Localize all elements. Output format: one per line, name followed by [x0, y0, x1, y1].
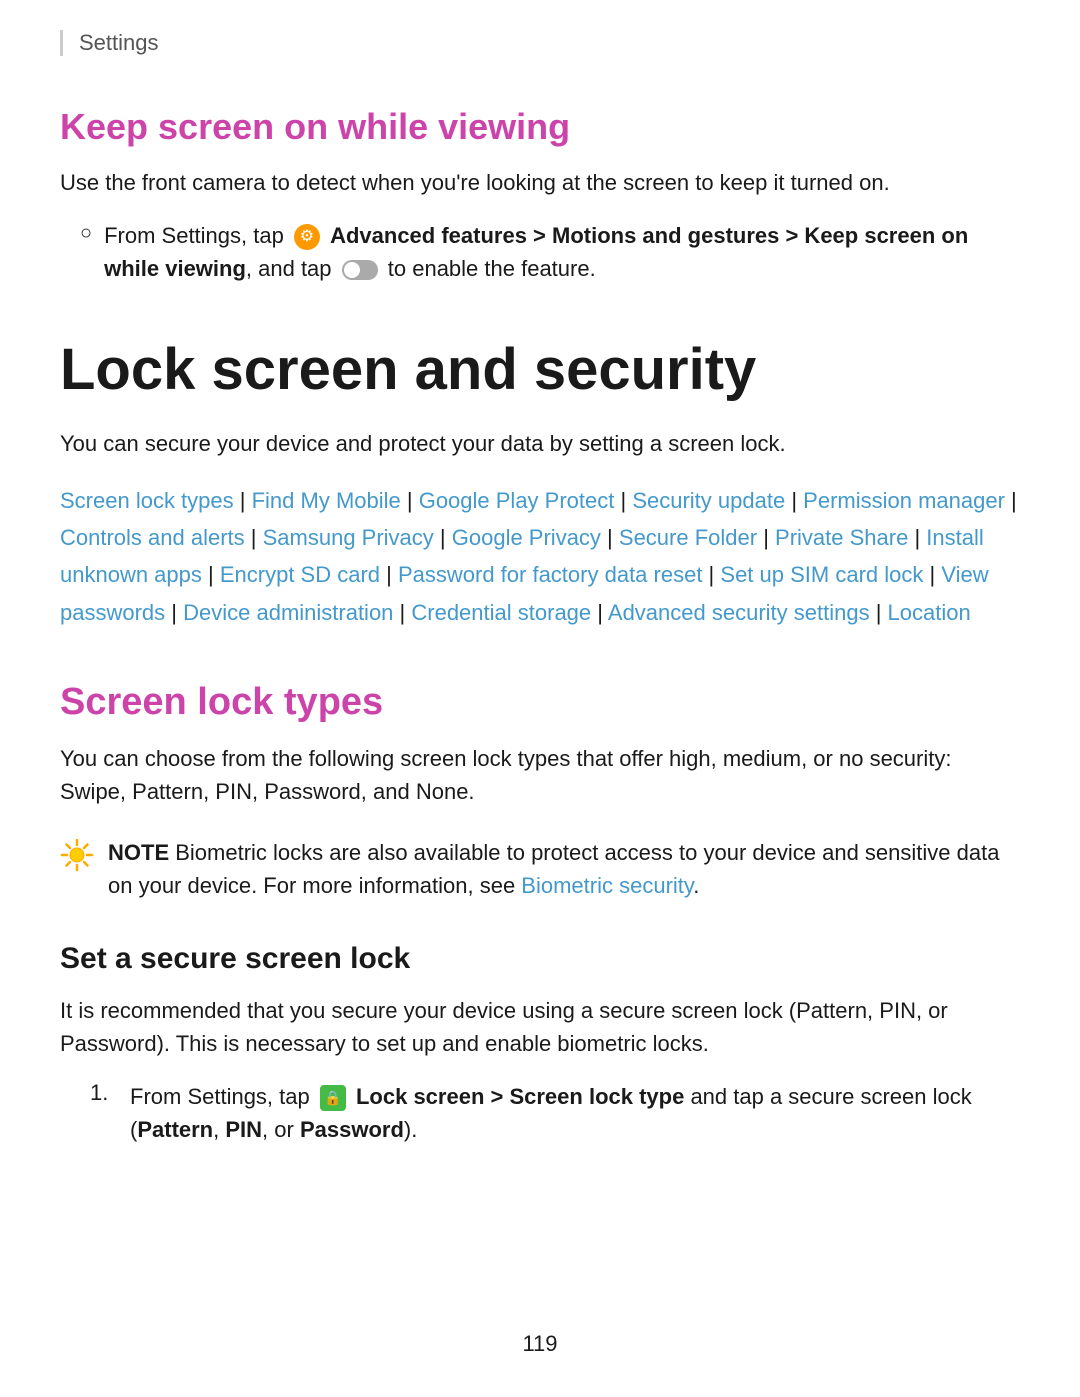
- link-device-administration[interactable]: Device administration: [183, 600, 393, 625]
- screen-lock-types-section: Screen lock types You can choose from th…: [60, 681, 1020, 902]
- link-advanced-security-settings[interactable]: Advanced security settings: [608, 600, 870, 625]
- pin-option: PIN: [225, 1117, 262, 1142]
- secure-screen-lock-subtitle: Set a secure screen lock: [60, 942, 1020, 976]
- keep-screen-section: Keep screen on while viewing Use the fro…: [60, 106, 1020, 285]
- breadcrumb: Settings: [60, 30, 1020, 56]
- note-period: .: [693, 873, 699, 898]
- link-screen-lock-types[interactable]: Screen lock types: [60, 488, 234, 513]
- main-section: Lock screen and security You can secure …: [60, 335, 1020, 631]
- step-1: 1. From Settings, tap Lock screen > Scre…: [90, 1080, 1020, 1146]
- page-number: 119: [0, 1331, 1080, 1357]
- links-section: Screen lock types | Find My Mobile | Goo…: [60, 482, 1020, 632]
- page-container: Settings Keep screen on while viewing Us…: [0, 0, 1080, 1397]
- secure-screen-lock-section: Set a secure screen lock It is recommend…: [60, 942, 1020, 1146]
- link-google-privacy[interactable]: Google Privacy: [452, 525, 601, 550]
- step-1-text: From Settings, tap Lock screen > Screen …: [130, 1080, 1020, 1146]
- screen-lock-types-title: Screen lock types: [60, 681, 1020, 724]
- keep-screen-title: Keep screen on while viewing: [60, 106, 1020, 148]
- step-1-number: 1.: [90, 1080, 120, 1106]
- bullet-text: From Settings, tap Advanced features > M…: [104, 219, 1020, 285]
- breadcrumb-text: Settings: [79, 30, 159, 55]
- screen-lock-types-description: You can choose from the following screen…: [60, 742, 1020, 808]
- bullet-circle-icon: ○: [80, 222, 92, 245]
- link-setup-sim-card-lock[interactable]: Set up SIM card lock: [720, 562, 923, 587]
- advanced-features-path: Advanced features > Motions and gestures…: [104, 223, 968, 281]
- gear-icon: [294, 224, 320, 250]
- link-password-factory-reset[interactable]: Password for factory data reset: [398, 562, 702, 587]
- link-controls-alerts[interactable]: Controls and alerts: [60, 525, 245, 550]
- lock-icon: [320, 1085, 346, 1111]
- note-text: NOTE Biometric locks are also available …: [108, 836, 1020, 902]
- link-location[interactable]: Location: [888, 600, 971, 625]
- note-box: NOTE Biometric locks are also available …: [60, 836, 1020, 902]
- sun-icon: [60, 838, 94, 877]
- lock-screen-path: Lock screen > Screen lock type: [356, 1084, 684, 1109]
- note-label: NOTE: [108, 840, 169, 865]
- pattern-option: Pattern: [137, 1117, 213, 1142]
- keep-screen-description: Use the front camera to detect when you'…: [60, 166, 1020, 199]
- keep-screen-bullet: ○ From Settings, tap Advanced features >…: [80, 219, 1020, 285]
- link-encrypt-sd-card[interactable]: Encrypt SD card: [220, 562, 380, 587]
- link-security-update[interactable]: Security update: [632, 488, 785, 513]
- password-option: Password: [300, 1117, 404, 1142]
- link-credential-storage[interactable]: Credential storage: [411, 600, 591, 625]
- link-private-share[interactable]: Private Share: [775, 525, 908, 550]
- link-permission-manager[interactable]: Permission manager: [803, 488, 1005, 513]
- link-biometric-security[interactable]: Biometric security: [521, 873, 693, 898]
- link-google-play-protect[interactable]: Google Play Protect: [419, 488, 615, 513]
- secure-screen-lock-description: It is recommended that you secure your d…: [60, 994, 1020, 1060]
- main-description: You can secure your device and protect y…: [60, 427, 1020, 460]
- toggle-icon: [342, 260, 378, 280]
- main-title: Lock screen and security: [60, 335, 1020, 405]
- link-find-my-mobile[interactable]: Find My Mobile: [252, 488, 401, 513]
- link-secure-folder[interactable]: Secure Folder: [619, 525, 757, 550]
- link-samsung-privacy[interactable]: Samsung Privacy: [263, 525, 434, 550]
- steps-list: 1. From Settings, tap Lock screen > Scre…: [90, 1080, 1020, 1146]
